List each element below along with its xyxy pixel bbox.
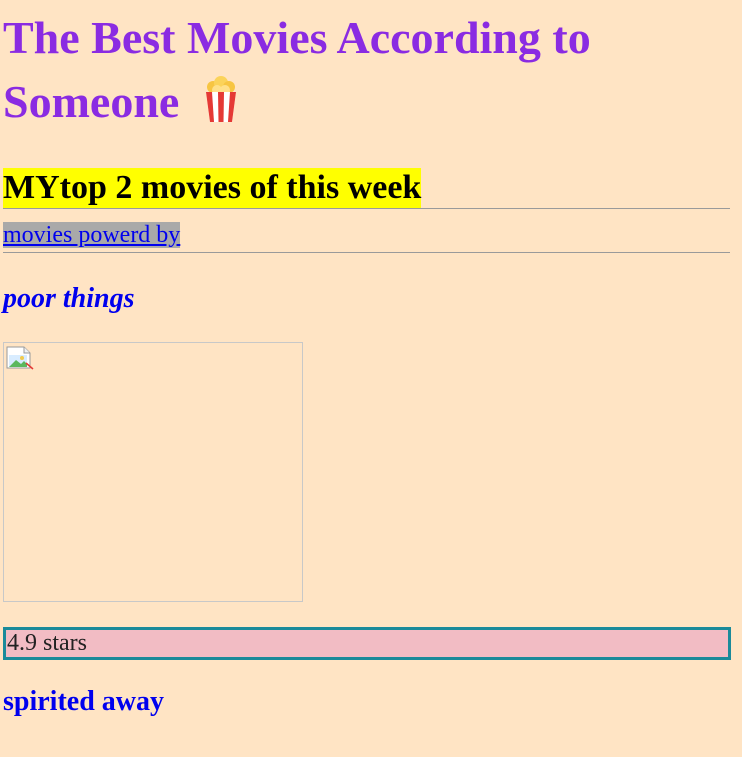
broken-image-icon xyxy=(6,346,34,375)
bottom-divider xyxy=(3,252,730,253)
subtitle-heading: MYtop 2 movies of this week xyxy=(3,168,422,208)
powered-by-link[interactable]: movies powerd by xyxy=(3,222,181,248)
powered-by-row: movies powerd by xyxy=(3,221,730,252)
movie-title-2: spirited away xyxy=(3,686,164,717)
page-title: The Best Movies According to Someone xyxy=(3,6,730,140)
popcorn-icon xyxy=(201,75,241,140)
page-title-text: The Best Movies According to Someone xyxy=(3,12,591,127)
movie-title-1: poor things xyxy=(3,283,135,314)
page: The Best Movies According to Someone MYt… xyxy=(0,6,742,757)
movie-poster-1 xyxy=(3,342,303,602)
top-divider xyxy=(3,208,730,209)
rating-box: 4.9 stars xyxy=(3,627,731,660)
